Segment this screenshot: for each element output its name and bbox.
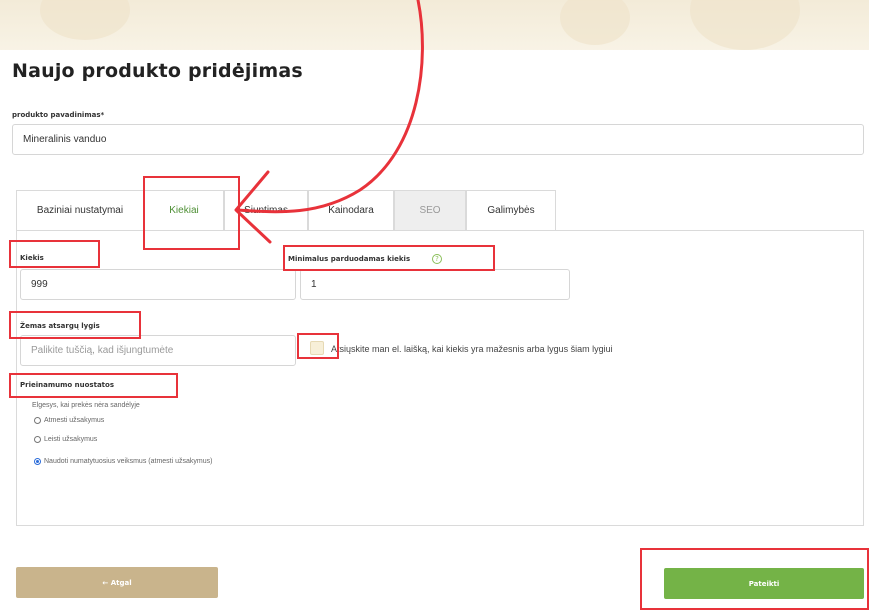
annotation-arrow bbox=[234, 0, 424, 244]
